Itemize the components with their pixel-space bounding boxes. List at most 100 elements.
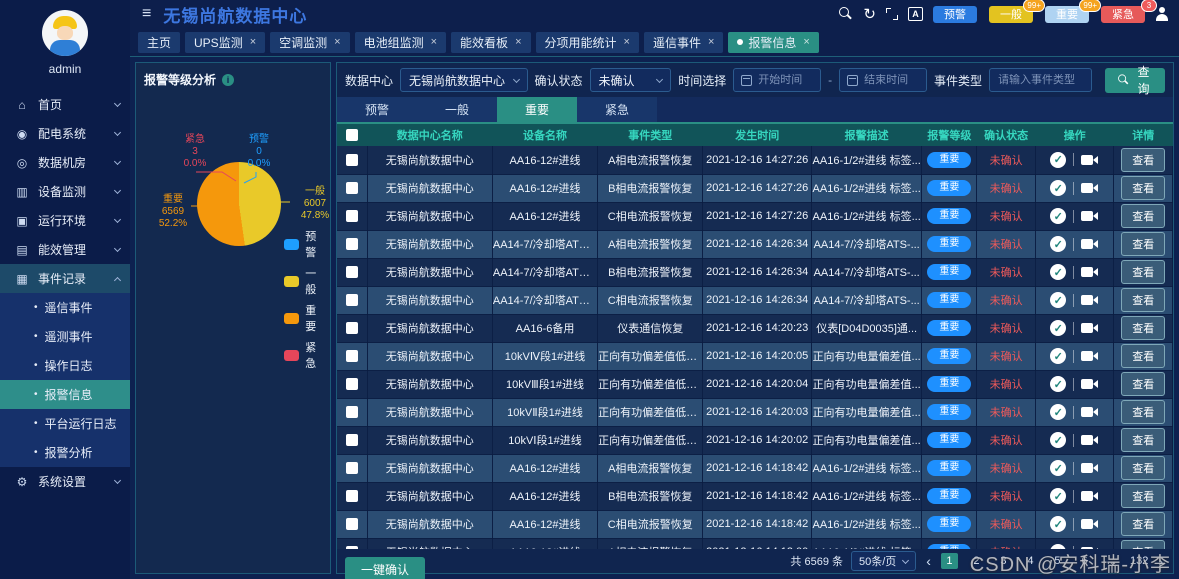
close-icon[interactable]: ×: [803, 36, 809, 48]
row-checkbox[interactable]: [346, 182, 358, 194]
row-checkbox[interactable]: [346, 378, 358, 390]
close-icon[interactable]: ×: [431, 36, 437, 48]
page-number[interactable]: 3: [995, 553, 1012, 569]
search-button[interactable]: 查询: [1105, 68, 1165, 93]
row-checkbox[interactable]: [346, 518, 358, 530]
level-tab[interactable]: 一般: [417, 97, 497, 122]
level-tab[interactable]: 紧急: [577, 97, 657, 122]
start-time-input[interactable]: [758, 74, 813, 86]
view-detail-button[interactable]: 查看: [1121, 540, 1165, 549]
status-select[interactable]: 未确认: [590, 68, 672, 92]
video-icon[interactable]: [1081, 518, 1099, 530]
alert-level-button[interactable]: 重要99+: [1045, 6, 1089, 23]
user-icon[interactable]: [1155, 7, 1169, 21]
view-detail-button[interactable]: 查看: [1121, 512, 1165, 536]
view-detail-button[interactable]: 查看: [1121, 484, 1165, 508]
header-tab[interactable]: 遥信事件×: [644, 32, 723, 53]
view-detail-button[interactable]: 查看: [1121, 456, 1165, 480]
row-checkbox[interactable]: [346, 210, 358, 222]
row-checkbox[interactable]: [346, 462, 358, 474]
sidebar-item[interactable]: ⚙系统设置: [0, 467, 130, 496]
sidebar-item[interactable]: ▦事件记录: [0, 264, 130, 293]
view-detail-button[interactable]: 查看: [1121, 428, 1165, 452]
video-icon[interactable]: [1081, 350, 1099, 362]
video-icon[interactable]: [1081, 154, 1099, 166]
sidebar-subitem[interactable]: •操作日志: [0, 351, 130, 380]
start-time-field[interactable]: [733, 68, 821, 92]
video-icon[interactable]: [1081, 210, 1099, 222]
confirm-icon[interactable]: ✓: [1050, 516, 1066, 532]
sidebar-subitem[interactable]: •报警分析: [0, 438, 130, 467]
row-checkbox[interactable]: [346, 322, 358, 334]
select-all-checkbox[interactable]: [346, 129, 358, 141]
confirm-icon[interactable]: ✓: [1050, 180, 1066, 196]
event-type-input[interactable]: [998, 74, 1083, 86]
page-number[interactable]: 4: [1022, 553, 1039, 569]
event-type-field[interactable]: [989, 68, 1092, 92]
language-icon[interactable]: A: [908, 7, 923, 21]
end-time-field[interactable]: [839, 68, 927, 92]
view-detail-button[interactable]: 查看: [1121, 372, 1165, 396]
sidebar-item[interactable]: ▤能效管理: [0, 235, 130, 264]
header-tab[interactable]: 电池组监测×: [355, 32, 446, 53]
page-number[interactable]: 1: [941, 553, 958, 569]
page-number[interactable]: 2: [968, 553, 985, 569]
header-tab[interactable]: 分项用能统计×: [536, 32, 639, 53]
view-detail-button[interactable]: 查看: [1121, 204, 1165, 228]
page-number[interactable]: 6: [1076, 553, 1093, 569]
sidebar-subitem[interactable]: •报警信息: [0, 380, 130, 409]
confirm-icon[interactable]: ✓: [1050, 348, 1066, 364]
close-icon[interactable]: ×: [624, 36, 630, 48]
video-icon[interactable]: [1081, 294, 1099, 306]
confirm-icon[interactable]: ✓: [1050, 208, 1066, 224]
sidebar-item[interactable]: ▥设备监测: [0, 177, 130, 206]
view-detail-button[interactable]: 查看: [1121, 344, 1165, 368]
confirm-all-button[interactable]: 一键确认: [345, 557, 425, 579]
row-checkbox[interactable]: [346, 294, 358, 306]
page-size-select[interactable]: 50条/页: [851, 551, 916, 571]
video-icon[interactable]: [1081, 434, 1099, 446]
row-checkbox[interactable]: [346, 154, 358, 166]
sidebar-subitem[interactable]: •平台运行日志: [0, 409, 130, 438]
video-icon[interactable]: [1081, 238, 1099, 250]
row-checkbox[interactable]: [346, 490, 358, 502]
view-detail-button[interactable]: 查看: [1121, 400, 1165, 424]
video-icon[interactable]: [1081, 378, 1099, 390]
header-tab[interactable]: 主页: [138, 32, 180, 53]
row-checkbox[interactable]: [346, 266, 358, 278]
header-tab[interactable]: 能效看板×: [451, 32, 530, 53]
confirm-icon[interactable]: ✓: [1050, 320, 1066, 336]
end-time-input[interactable]: [864, 74, 919, 86]
video-icon[interactable]: [1081, 462, 1099, 474]
fullscreen-icon[interactable]: [886, 8, 898, 20]
confirm-icon[interactable]: ✓: [1050, 488, 1066, 504]
sidebar-item[interactable]: ▣运行环境: [0, 206, 130, 235]
datacenter-select[interactable]: 无锡尚航数据中心: [400, 68, 527, 92]
view-detail-button[interactable]: 查看: [1121, 148, 1165, 172]
confirm-icon[interactable]: ✓: [1050, 236, 1066, 252]
level-tab[interactable]: 重要: [497, 97, 577, 122]
view-detail-button[interactable]: 查看: [1121, 176, 1165, 200]
video-icon[interactable]: [1081, 406, 1099, 418]
confirm-icon[interactable]: ✓: [1050, 264, 1066, 280]
view-detail-button[interactable]: 查看: [1121, 316, 1165, 340]
sidebar-item[interactable]: ◉配电系统: [0, 119, 130, 148]
sidebar-item[interactable]: ⌂首页: [0, 90, 130, 119]
close-icon[interactable]: ×: [708, 36, 714, 48]
close-icon[interactable]: ×: [334, 36, 340, 48]
alert-level-button[interactable]: 一般99+: [989, 6, 1033, 23]
search-icon[interactable]: [839, 7, 853, 21]
row-checkbox[interactable]: [346, 434, 358, 446]
view-detail-button[interactable]: 查看: [1121, 232, 1165, 256]
confirm-icon[interactable]: ✓: [1050, 432, 1066, 448]
confirm-icon[interactable]: ✓: [1050, 292, 1066, 308]
alert-level-button[interactable]: 紧急3: [1101, 6, 1145, 23]
view-detail-button[interactable]: 查看: [1121, 288, 1165, 312]
row-checkbox[interactable]: [346, 350, 358, 362]
sidebar-subitem[interactable]: •遥信事件: [0, 293, 130, 322]
close-icon[interactable]: ×: [250, 36, 256, 48]
level-tab[interactable]: 预警: [337, 97, 417, 122]
confirm-icon[interactable]: ✓: [1050, 404, 1066, 420]
menu-toggle-icon[interactable]: ≡: [142, 6, 151, 22]
prev-page-button[interactable]: ‹: [924, 553, 933, 569]
